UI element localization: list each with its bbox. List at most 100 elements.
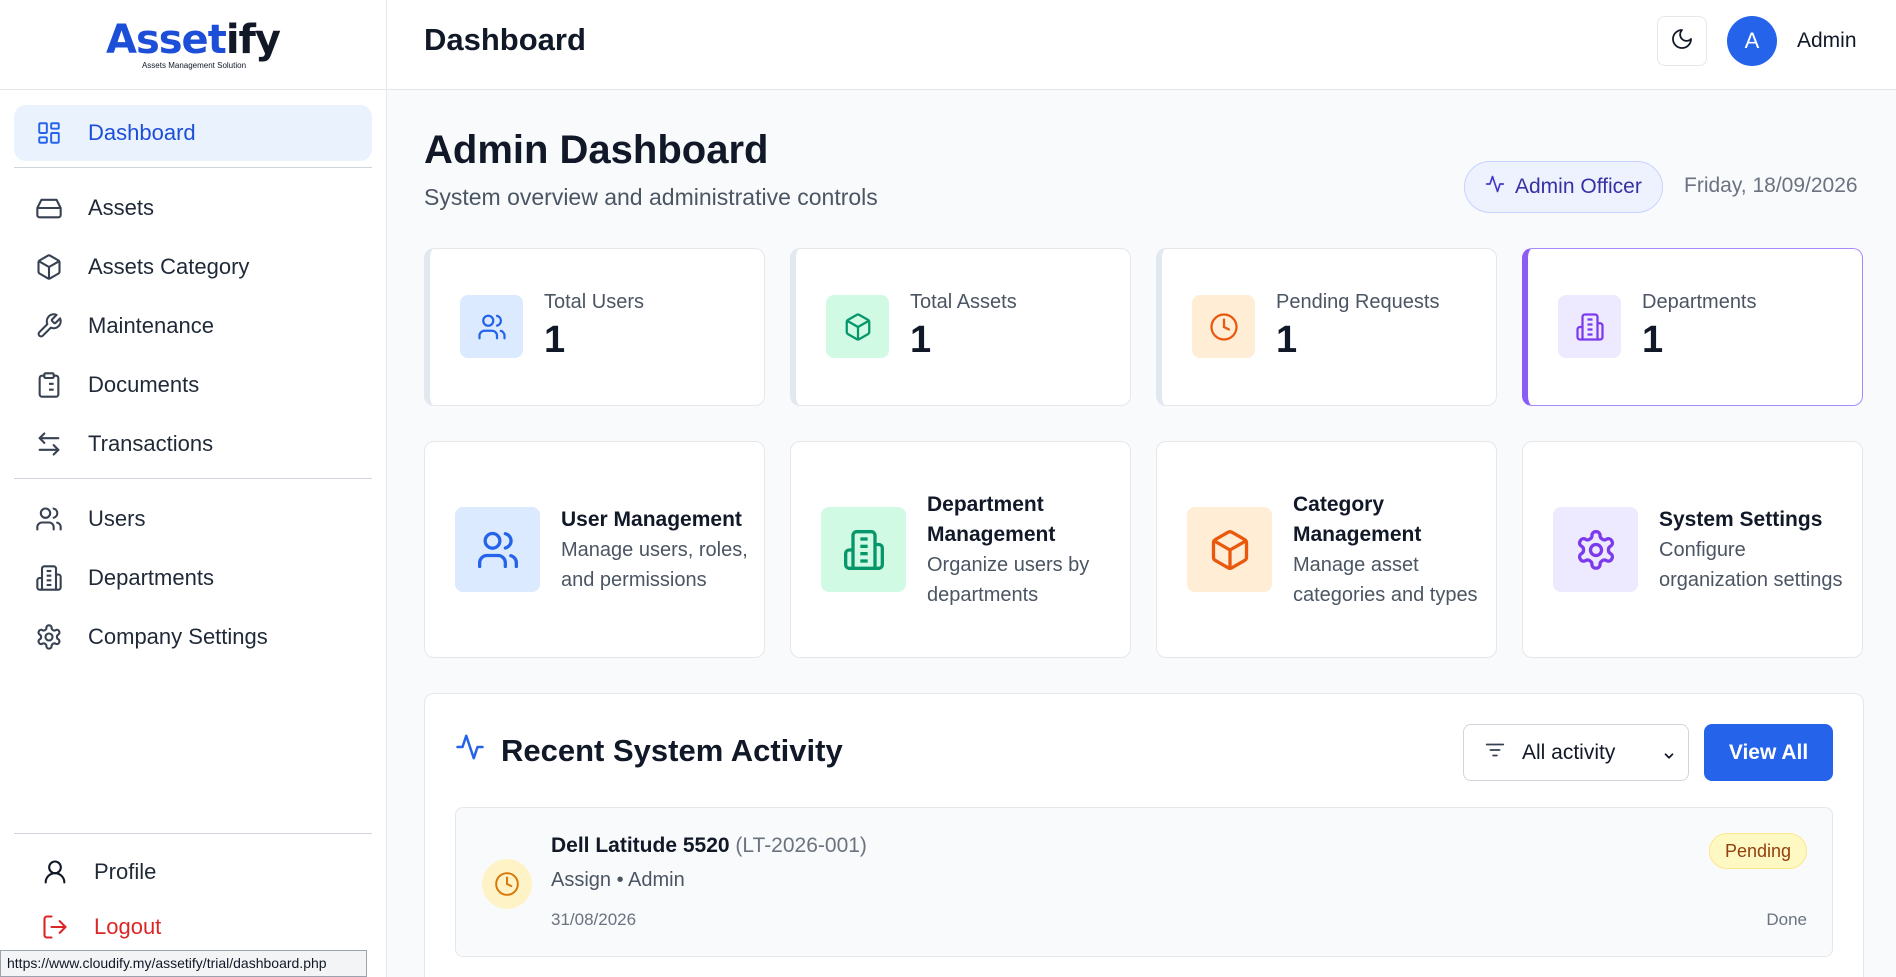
chevron-down-icon (1662, 745, 1676, 769)
activity-title-label: Recent System Activity (501, 733, 843, 768)
sidebar-item-company-settings[interactable]: Company Settings (14, 609, 372, 665)
stat-card-total-users[interactable]: Total Users 1 (424, 248, 765, 406)
user-management-card[interactable]: User Management Manage users, roles, and… (424, 441, 765, 658)
sidebar-item-assets-category[interactable]: Assets Category (14, 239, 372, 295)
activity-asset-line: Dell Latitude 5520 (LT-2026-001) (551, 834, 867, 858)
sidebar-nav: Dashboard Assets Assets Category Mainten… (0, 90, 386, 665)
stat-value: 1 (1276, 319, 1298, 361)
sidebar-bottom: Profile Logout (14, 833, 372, 956)
wrench-icon (34, 311, 64, 341)
brand-logo[interactable]: Assetify Assets Management Solution (0, 0, 386, 90)
card-text: User Management Manage users, roles, and… (561, 442, 748, 657)
user-name[interactable]: Admin (1797, 29, 1857, 53)
system-settings-card[interactable]: System Settings Configure organization s… (1522, 441, 1863, 658)
card-text: Department Management Organize users by … (927, 442, 1114, 657)
logout-button[interactable]: Logout (14, 901, 372, 953)
role-badge: Admin Officer (1464, 161, 1663, 213)
activity-section-title: Recent System Activity (455, 732, 843, 770)
sidebar: Assetify Assets Management Solution Dash… (0, 0, 387, 977)
clock-icon (482, 859, 532, 909)
hard-drive-icon (34, 193, 64, 223)
stat-card-pending-requests[interactable]: Pending Requests 1 (1156, 248, 1497, 406)
sidebar-item-label: Departments (88, 565, 214, 590)
browser-status-url: https://www.cloudify.my/assetify/trial/d… (0, 950, 367, 977)
sidebar-item-users[interactable]: Users (14, 491, 372, 547)
card-title: User Management (561, 507, 742, 531)
view-all-button[interactable]: View All (1704, 724, 1833, 781)
sidebar-item-label: Profile (94, 859, 157, 884)
category-management-card[interactable]: Category Management Manage asset categor… (1156, 441, 1497, 658)
card-text: System Settings Configure organization s… (1659, 442, 1846, 657)
clipboard-icon (34, 370, 64, 400)
stat-value: 1 (910, 319, 932, 361)
stat-label: Pending Requests (1276, 291, 1440, 313)
filter-value: All activity (1522, 740, 1616, 764)
department-management-card[interactable]: Department Management Organize users by … (790, 441, 1131, 658)
sidebar-item-departments[interactable]: Departments (14, 550, 372, 606)
card-title: Department Management (927, 492, 1056, 546)
activity-icon (1485, 174, 1515, 200)
users-icon (460, 295, 523, 358)
users-icon (34, 504, 64, 534)
moon-icon (1670, 27, 1694, 56)
building-icon (34, 563, 64, 593)
page-subtitle: System overview and administrative contr… (424, 184, 878, 210)
building-icon (1558, 295, 1621, 358)
card-description: Configure organization settings (1659, 538, 1843, 591)
box-icon (826, 295, 889, 358)
sidebar-divider (14, 478, 372, 479)
card-description: Manage asset categories and types (1293, 553, 1478, 606)
sidebar-item-dashboard[interactable]: Dashboard (14, 105, 372, 161)
user-icon (40, 857, 70, 887)
sidebar-item-label: Maintenance (88, 313, 214, 338)
sidebar-item-profile[interactable]: Profile (14, 846, 372, 898)
activity-icon (455, 732, 501, 770)
logo-wordmark: Assetify (105, 16, 281, 63)
theme-toggle-button[interactable] (1657, 16, 1707, 66)
activity-asset-name: Dell Latitude 5520 (551, 834, 730, 857)
sidebar-item-label: Assets (88, 195, 155, 220)
gear-icon (1553, 507, 1638, 592)
role-badge-label: Admin Officer (1515, 175, 1642, 198)
sidebar-item-label: Users (88, 506, 146, 531)
page-title: Admin Dashboard (424, 128, 769, 172)
sidebar-item-label: Company Settings (88, 624, 268, 649)
activity-meta: Assign • Admin (551, 869, 685, 891)
dashboard-icon (34, 118, 64, 148)
recent-activity-panel: Recent System Activity All activity View… (424, 693, 1864, 977)
stat-card-departments[interactable]: Departments 1 (1522, 248, 1863, 406)
card-text: Category Management Manage asset categor… (1293, 442, 1480, 657)
arrows-left-right-icon (34, 429, 64, 459)
sidebar-item-label: Dashboard (88, 120, 196, 145)
sidebar-item-label: Assets Category (88, 254, 250, 279)
sidebar-item-documents[interactable]: Documents (14, 357, 372, 413)
sidebar-item-assets[interactable]: Assets (14, 180, 372, 236)
header-title: Dashboard (424, 22, 586, 57)
card-description: Organize users by departments (927, 553, 1090, 606)
current-date: Friday, 18/09/2026 (1684, 174, 1858, 197)
activity-asset-code: (LT-2026-001) (735, 834, 867, 857)
users-icon (455, 507, 540, 592)
card-title: System Settings (1659, 507, 1823, 531)
status-badge: Pending (1708, 833, 1807, 869)
avatar[interactable]: A (1727, 16, 1777, 66)
sidebar-item-label: Logout (94, 914, 162, 939)
activity-filter-select[interactable]: All activity (1463, 724, 1689, 781)
box-icon (34, 252, 64, 282)
logo-part-1: Asset (105, 16, 227, 63)
box-icon (1187, 507, 1272, 592)
stat-label: Total Users (544, 291, 645, 313)
stat-value: 1 (544, 319, 566, 361)
logo-tagline: Assets Management Solution (141, 60, 247, 70)
sidebar-item-transactions[interactable]: Transactions (14, 416, 372, 472)
filter-icon (1484, 739, 1506, 767)
sidebar-item-maintenance[interactable]: Maintenance (14, 298, 372, 354)
activity-list-item[interactable]: Dell Latitude 5520 (LT-2026-001) Assign … (455, 807, 1833, 957)
activity-date: 31/08/2026 (551, 910, 637, 929)
sidebar-item-label: Documents (88, 372, 200, 397)
stat-card-total-assets[interactable]: Total Assets 1 (790, 248, 1131, 406)
card-title: Category Management (1293, 492, 1422, 546)
sidebar-divider (14, 167, 372, 168)
clock-icon (1192, 295, 1255, 358)
stat-label: Departments (1642, 291, 1757, 313)
